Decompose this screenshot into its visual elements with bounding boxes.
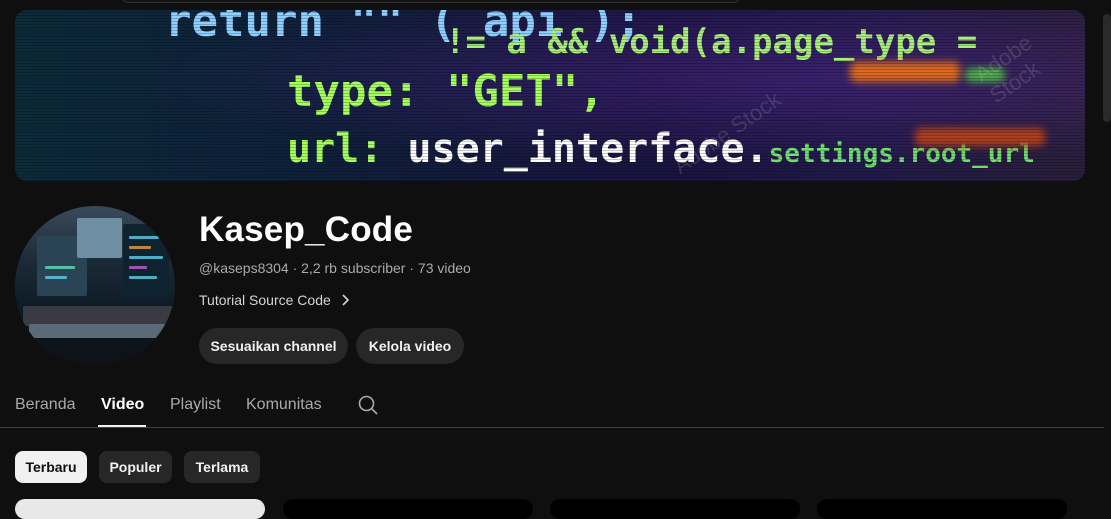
banner-code-line-2: != a && void(a.page_type = bbox=[445, 22, 978, 62]
video-thumbnail[interactable] bbox=[15, 499, 265, 519]
avatar-code-line bbox=[129, 276, 157, 279]
avatar-code-line bbox=[129, 256, 163, 259]
avatar-code-line bbox=[129, 266, 147, 269]
tab-home[interactable]: Beranda bbox=[15, 384, 76, 427]
banner-code-key: url: bbox=[287, 126, 384, 172]
banner-code-line-3: type: "GET", bbox=[287, 66, 605, 117]
filter-chip-latest[interactable]: Terbaru bbox=[15, 451, 87, 483]
tab-video[interactable]: Video bbox=[101, 384, 144, 427]
channel-banner: return "" ( api ); != a && void(a.page_t… bbox=[15, 10, 1085, 181]
banner-blur-red bbox=[915, 128, 1045, 146]
avatar-screen-photo bbox=[77, 218, 122, 258]
avatar-desk bbox=[23, 306, 173, 326]
top-search-bar-edge[interactable] bbox=[120, 0, 742, 3]
manage-videos-button[interactable]: Kelola video bbox=[356, 328, 464, 364]
channel-avatar[interactable] bbox=[15, 206, 175, 366]
video-thumbnail[interactable] bbox=[283, 499, 533, 519]
channel-name: Kasep_Code bbox=[199, 210, 414, 249]
video-count: 73 video bbox=[417, 260, 471, 276]
video-thumbnail[interactable] bbox=[550, 499, 800, 519]
channel-description-link[interactable]: Tutorial Source Code bbox=[199, 292, 353, 308]
channel-handle: @kaseps8304 bbox=[199, 260, 289, 276]
filter-chip-oldest[interactable]: Terlama bbox=[184, 451, 260, 483]
tab-playlist[interactable]: Playlist bbox=[170, 384, 221, 427]
avatar-code-line bbox=[129, 236, 159, 239]
tab-community[interactable]: Komunitas bbox=[246, 384, 322, 427]
channel-description: Tutorial Source Code bbox=[199, 292, 331, 308]
avatar-keyboard bbox=[29, 324, 169, 338]
page-scrollbar[interactable] bbox=[1103, 14, 1111, 122]
banner-watermark: Adobe Stock bbox=[970, 29, 1045, 109]
avatar-code-line bbox=[129, 246, 151, 249]
channel-meta: @kaseps8304 · 2,2 rb subscriber · 73 vid… bbox=[199, 260, 471, 276]
avatar-code-line bbox=[45, 266, 75, 269]
tabs-divider bbox=[0, 427, 1104, 428]
chevron-right-icon bbox=[342, 294, 349, 306]
filter-chip-popular[interactable]: Populer bbox=[99, 451, 172, 483]
banner-blur-orange bbox=[850, 62, 960, 82]
video-thumbnail[interactable] bbox=[817, 499, 1067, 519]
meta-separator: · bbox=[288, 260, 302, 276]
avatar-code-line bbox=[45, 276, 67, 279]
meta-separator: · bbox=[405, 260, 418, 276]
subscriber-count: 2,2 rb subscriber bbox=[301, 260, 406, 276]
customize-channel-button[interactable]: Sesuaikan channel bbox=[199, 328, 348, 364]
search-icon[interactable] bbox=[357, 394, 379, 416]
